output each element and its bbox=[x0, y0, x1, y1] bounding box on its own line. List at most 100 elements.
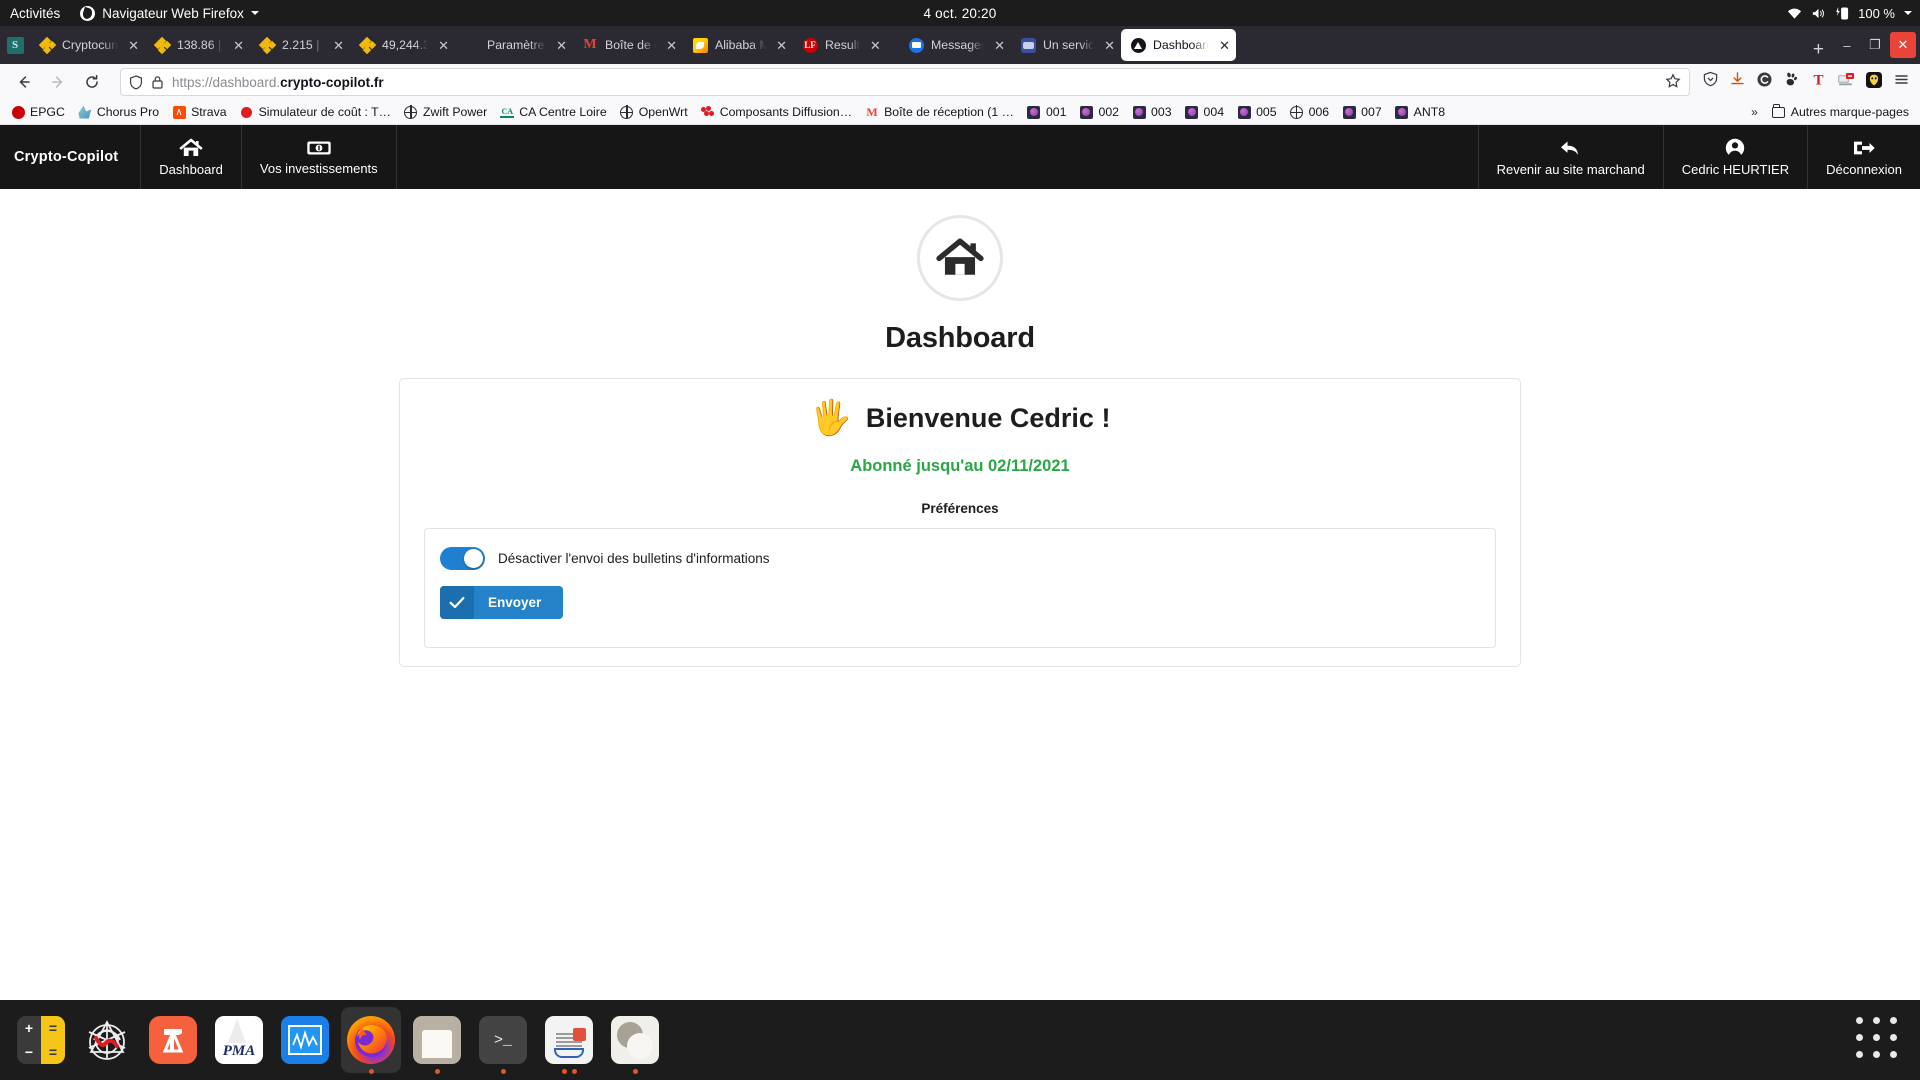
dock-item-web-spider[interactable] bbox=[74, 1000, 140, 1080]
close-window-button[interactable]: ✕ bbox=[1890, 32, 1916, 58]
browser-tab[interactable]: Dashboard ✕ bbox=[1121, 29, 1236, 61]
bookmark-item[interactable]: 004 bbox=[1180, 103, 1230, 121]
dock-item-monitor[interactable] bbox=[272, 1000, 338, 1080]
close-tab-button[interactable]: ✕ bbox=[435, 39, 449, 52]
browser-tab[interactable]: 138.86 | AXSU ✕ bbox=[145, 29, 250, 61]
url-bar[interactable]: https://dashboard.crypto-copilot.fr bbox=[120, 68, 1690, 96]
activities-button[interactable]: Activités bbox=[0, 6, 72, 21]
nav-item-dashboard[interactable]: Dashboard bbox=[140, 125, 241, 189]
nav-item-user-label: Cedric HEURTIER bbox=[1681, 162, 1790, 177]
gnome-icon[interactable] bbox=[1783, 71, 1800, 93]
bookmark-item[interactable]: Zwift Power bbox=[399, 103, 492, 121]
bookmark-item[interactable]: Simulateur de coût : T… bbox=[235, 103, 396, 121]
tray-chevron-down-icon[interactable] bbox=[1904, 11, 1912, 15]
dock-item-anytype[interactable] bbox=[140, 1000, 206, 1080]
ca-icon: CA bbox=[500, 107, 515, 118]
bookmark-item[interactable]: 005 bbox=[1232, 103, 1282, 121]
dock-item-phpmyadmin[interactable]: PMA bbox=[206, 1000, 272, 1080]
browser-tab[interactable]: M Boîte de récep ✕ bbox=[573, 29, 683, 61]
nav-item-logout[interactable]: Déconnexion bbox=[1807, 125, 1920, 189]
bookmark-item[interactable]: M Boîte de réception (1 … bbox=[860, 103, 1019, 121]
browser-tab[interactable]: 49,244.38 | B ✕ bbox=[350, 29, 455, 61]
none-icon bbox=[464, 37, 480, 53]
new-tab-button[interactable]: + bbox=[1803, 40, 1834, 64]
back-button[interactable] bbox=[8, 68, 40, 96]
extension-icon[interactable] bbox=[1865, 71, 1883, 94]
volume-icon bbox=[1813, 8, 1825, 18]
browser-tab[interactable]: Messages for w ✕ bbox=[899, 29, 1011, 61]
bookmark-item[interactable]: Composants Diffusion… bbox=[696, 103, 857, 121]
dock-item-calculator[interactable]: + − = = bbox=[8, 1000, 74, 1080]
browser-tab[interactable]: Cryptocurrenc ✕ bbox=[30, 29, 145, 61]
close-tab-button[interactable]: ✕ bbox=[663, 39, 677, 52]
shield-icon[interactable] bbox=[129, 74, 143, 90]
clock[interactable]: 4 oct. 20:20 bbox=[924, 6, 997, 21]
bookmark-item[interactable]: ∧ Strava bbox=[167, 103, 232, 121]
dock-item-firefox[interactable] bbox=[338, 1000, 404, 1080]
close-tab-button[interactable]: ✕ bbox=[867, 39, 881, 52]
other-bookmarks-folder[interactable]: Autres marque-pages bbox=[1767, 103, 1914, 121]
browser-tab[interactable]: Alibaba Manuf ✕ bbox=[683, 29, 793, 61]
bookmark-item[interactable]: CA CA Centre Loire bbox=[495, 103, 612, 121]
submit-button[interactable]: Envoyer bbox=[440, 586, 564, 619]
forward-button[interactable] bbox=[42, 68, 74, 96]
nav-item-back-to-merchant[interactable]: Revenir au site marchand bbox=[1477, 125, 1663, 189]
downloads-icon[interactable] bbox=[1729, 71, 1746, 93]
browser-tab[interactable]: Paramètres - Next ✕ bbox=[455, 29, 573, 61]
show-applications-button[interactable] bbox=[1856, 1017, 1902, 1063]
maximize-button[interactable]: ❐ bbox=[1862, 32, 1888, 58]
browser-tab[interactable]: LF Result ✕ bbox=[793, 29, 899, 61]
bookmark-item[interactable]: EPGC bbox=[6, 103, 70, 121]
battery-level: 100 % bbox=[1858, 5, 1895, 21]
menu-icon[interactable] bbox=[1893, 71, 1910, 93]
reader-icon bbox=[545, 1016, 593, 1064]
close-tab-button[interactable]: ✕ bbox=[125, 39, 139, 52]
minimize-button[interactable]: – bbox=[1834, 32, 1860, 58]
bookmarks-overflow-button[interactable]: » bbox=[1745, 105, 1764, 119]
bookmark-item[interactable]: 007 bbox=[1337, 103, 1387, 121]
dock-item-files[interactable] bbox=[404, 1000, 470, 1080]
browser-tab-label: Un service pou bbox=[1043, 38, 1095, 52]
bookmark-item[interactable]: 006 bbox=[1285, 103, 1335, 121]
dock-item-software[interactable] bbox=[602, 1000, 668, 1080]
bookmark-item[interactable]: 002 bbox=[1074, 103, 1124, 121]
text-tool-icon[interactable]: T bbox=[1810, 71, 1827, 93]
bookmark-star-icon[interactable] bbox=[1665, 72, 1681, 92]
bookmark-item[interactable]: ANT8 bbox=[1390, 103, 1450, 121]
nav-item-investments[interactable]: Vos investissements bbox=[240, 125, 396, 189]
bookmark-item[interactable]: Chorus Pro bbox=[73, 103, 164, 121]
dock-running-indicator bbox=[434, 1069, 440, 1074]
bookmark-label: 001 bbox=[1045, 105, 1067, 119]
close-tab-button[interactable]: ✕ bbox=[330, 39, 344, 52]
newsletter-toggle[interactable] bbox=[440, 547, 485, 570]
close-tab-button[interactable]: ✕ bbox=[1216, 39, 1230, 52]
page-hero-circle bbox=[917, 215, 1003, 301]
binance-icon bbox=[358, 36, 376, 54]
browser-tab-label: Dashboard bbox=[1153, 38, 1210, 52]
nav-item-user[interactable]: Cedric HEURTIER bbox=[1662, 125, 1807, 189]
app-brand[interactable]: Crypto-Copilot bbox=[0, 125, 140, 189]
bookmark-item[interactable]: 003 bbox=[1127, 103, 1177, 121]
lock-icon[interactable] bbox=[151, 75, 164, 90]
close-tab-button[interactable]: ✕ bbox=[230, 39, 244, 52]
screenshot-icon[interactable] bbox=[1837, 71, 1855, 93]
sidebar-toggle-button[interactable]: S bbox=[0, 26, 30, 64]
app-menu-firefox[interactable]: Navigateur Web Firefox bbox=[72, 5, 267, 21]
dock-item-reader[interactable] bbox=[536, 1000, 602, 1080]
reload-button[interactable] bbox=[76, 68, 108, 96]
close-tab-button[interactable]: ✕ bbox=[991, 39, 1005, 52]
close-tab-button[interactable]: ✕ bbox=[553, 39, 567, 52]
dock-item-terminal[interactable]: >_ bbox=[470, 1000, 536, 1080]
system-tray[interactable]: 100 % bbox=[1787, 6, 1912, 21]
browser-tab[interactable]: Un service pou ✕ bbox=[1011, 29, 1121, 61]
chorus-icon bbox=[78, 105, 92, 119]
calculator-icon: + − = = bbox=[17, 1016, 65, 1064]
bookmark-item[interactable]: OpenWrt bbox=[615, 103, 693, 121]
container-icon[interactable] bbox=[1756, 71, 1773, 93]
shield-icon[interactable] bbox=[1702, 71, 1719, 93]
bookmark-item[interactable]: 001 bbox=[1022, 103, 1072, 121]
close-tab-button[interactable]: ✕ bbox=[773, 39, 787, 52]
toolbar-icons: T bbox=[1702, 71, 1912, 94]
close-tab-button[interactable]: ✕ bbox=[1101, 39, 1115, 52]
browser-tab[interactable]: 2.215 | ADAU ✕ bbox=[250, 29, 350, 61]
